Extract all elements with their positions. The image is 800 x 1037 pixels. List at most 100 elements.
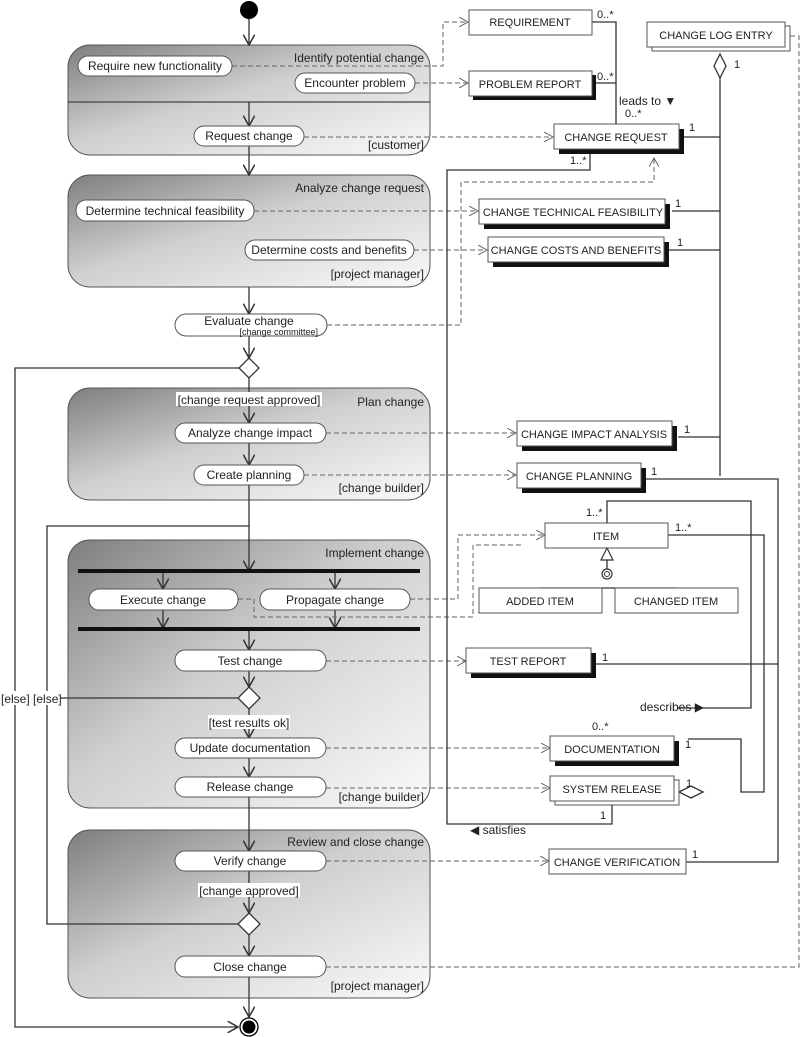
svg-text:Test change: Test change	[218, 654, 283, 668]
svg-text:DOCUMENTATION: DOCUMENTATION	[564, 744, 660, 756]
svg-text:[test results ok]: [test results ok]	[209, 716, 290, 730]
association-leads-to: leads to ▼	[619, 94, 676, 108]
svg-text:REQUIREMENT: REQUIREMENT	[489, 17, 571, 29]
activity-planning[interactable]: Create planning	[193, 464, 305, 486]
svg-text:Determine costs and benefits: Determine costs and benefits	[251, 243, 406, 257]
svg-text:[change committee]: [change committee]	[239, 327, 318, 337]
activity-evaluate[interactable]: Evaluate change [change committee]	[174, 313, 328, 337]
multiplicity: 0..*	[597, 9, 614, 21]
svg-text:[change approved]: [change approved]	[199, 884, 298, 898]
activity-impact[interactable]: Analyze change impact	[174, 422, 327, 444]
guard-test-ok: [test results ok]	[208, 715, 290, 730]
partition-role: [customer]	[368, 138, 424, 152]
svg-text:Evaluate change: Evaluate change	[204, 314, 294, 328]
svg-text:Release change: Release change	[207, 780, 294, 794]
svg-text:CHANGE PLANNING: CHANGE PLANNING	[526, 471, 632, 483]
svg-text:Analyze change impact: Analyze change impact	[188, 426, 313, 440]
class-changed-item[interactable]: CHANGED ITEM	[614, 587, 739, 614]
svg-text:Determine technical feasibilit: Determine technical feasibility	[86, 204, 245, 218]
class-technical-feasibility[interactable]: CHANGE TECHNICAL FEASIBILITY	[478, 198, 670, 229]
svg-text:Create planning: Create planning	[207, 468, 292, 482]
activity-close[interactable]: Close change	[174, 955, 327, 978]
svg-text:Propagate change: Propagate change	[286, 593, 384, 607]
complete-disjoint-marker	[601, 568, 613, 580]
multiplicity: 1	[689, 122, 695, 134]
class-problem-report[interactable]: PROBLEM REPORT	[468, 70, 596, 100]
multiplicity: 1	[600, 810, 606, 822]
class-change-log-entry[interactable]: CHANGE LOG ENTRY	[646, 21, 791, 52]
class-costs-benefits[interactable]: CHANGE COSTS AND BENEFITS	[487, 236, 669, 267]
class-change-request[interactable]: CHANGE REQUEST	[553, 123, 684, 154]
partition-role: [project manager]	[331, 979, 424, 993]
multiplicity: 1..*	[586, 507, 603, 519]
class-system-release[interactable]: SYSTEM RELEASE	[549, 775, 680, 806]
partition-role: [change builder]	[339, 790, 424, 804]
activity-request[interactable]: Request change	[193, 125, 305, 147]
activity-feasibility[interactable]: Determine technical feasibility	[75, 199, 255, 222]
class-impact-analysis[interactable]: CHANGE IMPACT ANALYSIS	[516, 420, 677, 451]
class-requirement[interactable]: REQUIREMENT	[468, 9, 593, 36]
activity-test[interactable]: Test change	[174, 649, 327, 672]
initial-node	[240, 1, 258, 19]
partition-title: Identify potential change	[294, 51, 424, 65]
generalization-arrow	[600, 546, 614, 561]
multiplicity: 1	[692, 849, 698, 861]
multiplicity: 1	[684, 424, 690, 436]
multiplicity: 1	[685, 739, 691, 751]
svg-text:Request change: Request change	[205, 129, 293, 143]
multiplicity: 1..*	[570, 155, 587, 167]
decision-evaluate	[238, 357, 260, 379]
guard-else: [else] [else]	[0, 691, 62, 706]
svg-text:Update documentation: Update documentation	[190, 741, 311, 755]
svg-text:Encounter problem: Encounter problem	[304, 76, 405, 90]
svg-text:Verify change: Verify change	[214, 854, 287, 868]
svg-text:CHANGE REQUEST: CHANGE REQUEST	[564, 132, 668, 144]
multiplicity: 0..*	[592, 721, 609, 733]
class-change-planning[interactable]: CHANGE PLANNING	[516, 462, 646, 493]
partition-title: Analyze change request	[295, 181, 424, 195]
activity-costs[interactable]: Determine costs and benefits	[244, 239, 415, 261]
activity-require[interactable]: Require new functionality	[77, 55, 233, 77]
class-test-report[interactable]: TEST REPORT	[465, 647, 596, 678]
activity-execute[interactable]: Execute change	[88, 588, 239, 611]
svg-text:PROBLEM REPORT: PROBLEM REPORT	[479, 79, 582, 91]
guard-change-approved: [change approved]	[198, 883, 300, 898]
svg-text:Require new functionality: Require new functionality	[88, 59, 222, 73]
partition-role: [change builder]	[339, 481, 424, 495]
svg-text:CHANGE COSTS AND BENEFITS: CHANGE COSTS AND BENEFITS	[491, 245, 662, 257]
class-change-verification[interactable]: CHANGE VERIFICATION	[548, 848, 687, 875]
svg-text:CHANGE IMPACT ANALYSIS: CHANGE IMPACT ANALYSIS	[521, 429, 667, 441]
partition-title: Plan change	[357, 395, 424, 409]
association-describes: describes ▶	[640, 700, 705, 714]
multiplicity: 1	[675, 198, 681, 210]
activity-verify[interactable]: Verify change	[174, 850, 327, 872]
guard-approved-request: [change request approved]	[176, 392, 322, 407]
svg-text:SYSTEM RELEASE: SYSTEM RELEASE	[562, 784, 661, 796]
svg-text:CHANGE LOG ENTRY: CHANGE LOG ENTRY	[659, 30, 773, 42]
multiplicity: 0..*	[597, 71, 614, 83]
multiplicity: 1	[677, 237, 683, 249]
multiplicity: 1	[686, 778, 692, 790]
activity-update-documentation[interactable]: Update documentation	[174, 737, 327, 759]
class-added-item[interactable]: ADDED ITEM	[478, 587, 603, 614]
svg-text:Execute change: Execute change	[120, 593, 206, 607]
change-process-diagram: Identify potential change [customer] Ana…	[0, 1, 800, 1037]
multiplicity: 1..*	[675, 522, 692, 534]
multiplicity: 1	[651, 466, 657, 478]
multiplicity: 0..*	[625, 108, 642, 120]
activity-propagate[interactable]: Propagate change	[259, 588, 411, 611]
activity-encounter[interactable]: Encounter problem	[294, 72, 416, 94]
association-satisfies: ◀ satisfies	[470, 823, 526, 837]
svg-text:CHANGE TECHNICAL FEASIBILITY: CHANGE TECHNICAL FEASIBILITY	[483, 207, 664, 219]
partition-title: Implement change	[325, 546, 424, 560]
multiplicity: 1	[734, 59, 740, 71]
svg-text:CHANGE VERIFICATION: CHANGE VERIFICATION	[554, 857, 680, 869]
activity-release[interactable]: Release change	[174, 776, 327, 798]
partition-analyze: Analyze change request [project manager]	[67, 174, 431, 288]
svg-text:[else] [else]: [else] [else]	[1, 692, 62, 706]
svg-text:CHANGED ITEM: CHANGED ITEM	[634, 596, 718, 608]
class-documentation[interactable]: DOCUMENTATION	[549, 735, 679, 766]
partition-role: [project manager]	[331, 267, 424, 281]
class-item[interactable]: ITEM	[544, 522, 669, 549]
svg-text:[change request approved]: [change request approved]	[178, 393, 321, 407]
